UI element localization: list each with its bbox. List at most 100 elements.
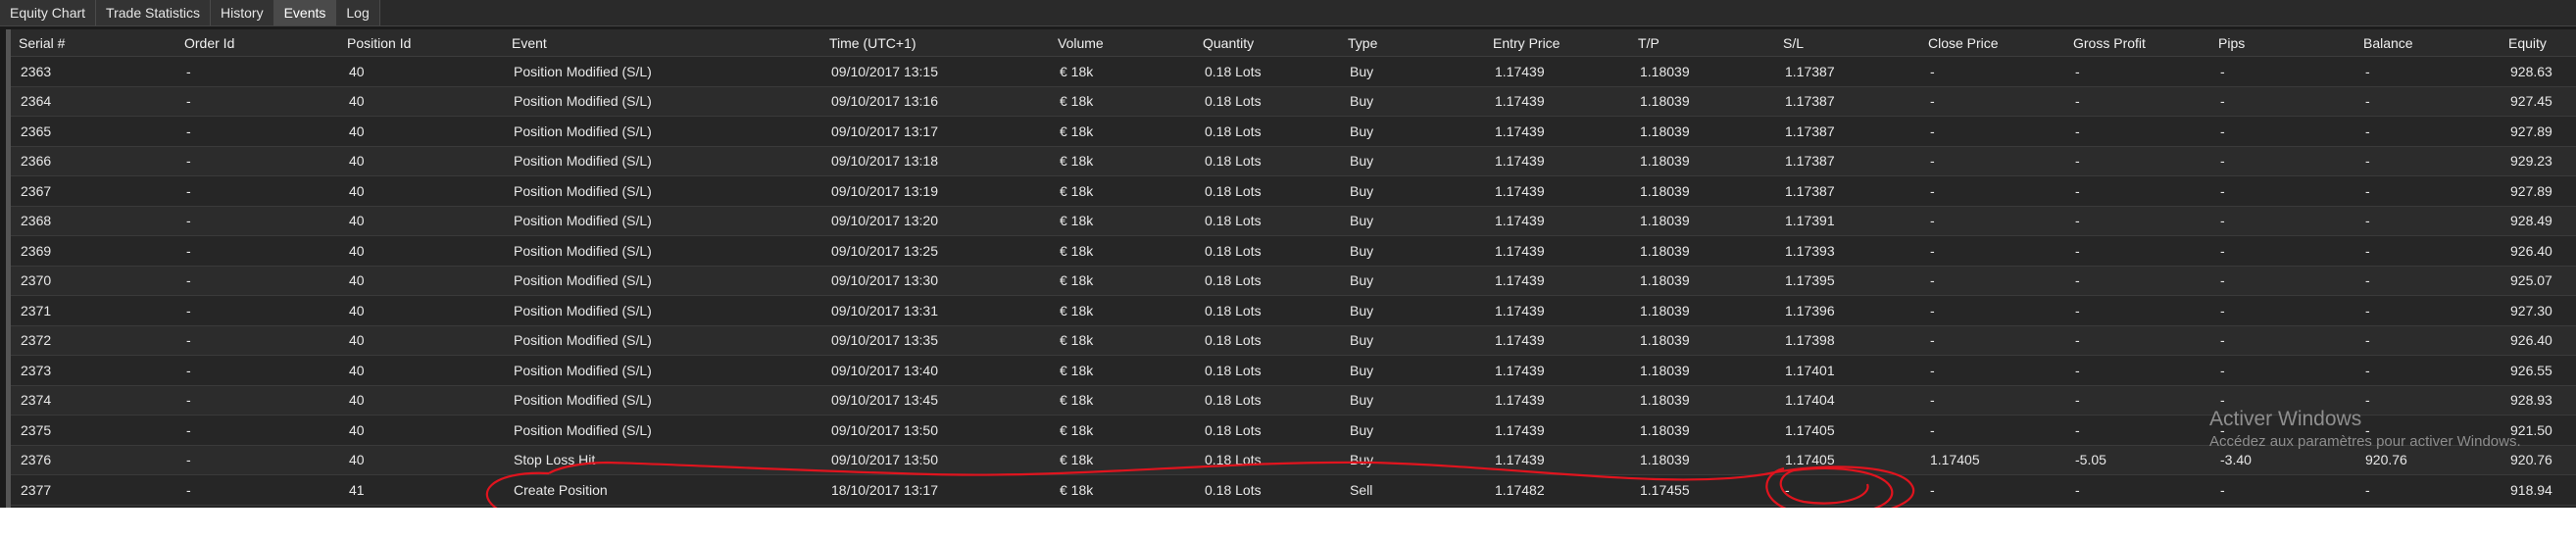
table-cell: - — [2355, 266, 2501, 296]
table-cell: Buy — [1340, 266, 1485, 296]
tab-history[interactable]: History — [211, 0, 274, 25]
table-cell: 920.76 — [2355, 445, 2501, 475]
table-cell: Position Modified (S/L) — [504, 355, 821, 386]
column-header[interactable]: Event — [504, 29, 821, 57]
table-cell: € 18k — [1050, 325, 1195, 356]
table-cell: 1.17439 — [1485, 116, 1630, 147]
table-row[interactable]: 2374-40 Position Modified (S/L) 09/10/2017… — [11, 385, 2576, 416]
table-cell: 2373 — [11, 355, 176, 386]
table-cell: - — [2355, 295, 2501, 326]
table-cell: - — [2210, 56, 2355, 87]
table-cell: € 18k — [1050, 266, 1195, 296]
table-cell: 929.23 — [2501, 146, 2576, 176]
table-row[interactable]: 2365-40 Position Modified (S/L) 09/10/2017… — [11, 116, 2576, 147]
column-header[interactable]: Quantity — [1195, 29, 1340, 57]
table-cell: Position Modified (S/L) — [504, 266, 821, 296]
table-cell: 1.18039 — [1630, 295, 1775, 326]
table-cell: € 18k — [1050, 385, 1195, 416]
tab-events[interactable]: Events — [273, 0, 337, 25]
table-cell: - — [2210, 175, 2355, 207]
table-cell: 1.17439 — [1485, 445, 1630, 475]
table-cell: 1.17455 — [1630, 474, 1775, 506]
column-header[interactable]: T/P — [1630, 29, 1775, 57]
table-cell: - — [2065, 474, 2210, 506]
table-cell: 0.18 Lots — [1195, 474, 1340, 506]
table-cell: Buy — [1340, 116, 1485, 147]
column-header[interactable]: Type — [1340, 29, 1485, 57]
table-cell: 1.18039 — [1630, 445, 1775, 475]
table-row[interactable]: 2373-40 Position Modified (S/L) 09/10/2017… — [11, 355, 2576, 386]
table-cell: - — [1920, 295, 2065, 326]
table-cell: 1.17439 — [1485, 175, 1630, 207]
table-cell: 928.63 — [2501, 56, 2576, 87]
table-cell: 09/10/2017 13:17 — [821, 116, 1050, 147]
table-cell: Position Modified (S/L) — [504, 295, 821, 326]
table-cell: 40 — [339, 415, 504, 446]
column-header[interactable]: Serial # — [11, 29, 176, 57]
column-header[interactable]: Gross Profit — [2065, 29, 2210, 57]
table-cell: - — [2065, 206, 2210, 236]
table-cell: - — [2355, 415, 2501, 446]
tab-log[interactable]: Log — [336, 0, 380, 25]
table-cell: 09/10/2017 13:25 — [821, 235, 1050, 267]
column-header[interactable]: Position Id — [339, 29, 504, 57]
table-cell: 925.07 — [2501, 266, 2576, 296]
table-cell: 1.17439 — [1485, 355, 1630, 386]
table-cell: 1.18039 — [1630, 116, 1775, 147]
table-cell: 920.76 — [2501, 445, 2576, 475]
table-cell: 1.17405 — [1775, 445, 1920, 475]
table-row[interactable]: 2372-40 Position Modified (S/L) 09/10/2017… — [11, 325, 2576, 356]
table-cell: 1.18039 — [1630, 175, 1775, 207]
table-cell: € 18k — [1050, 445, 1195, 475]
column-header[interactable]: Close Price — [1920, 29, 2065, 57]
column-header[interactable]: Balance — [2355, 29, 2501, 57]
table-cell: 926.40 — [2501, 235, 2576, 267]
table-cell: 921.50 — [2501, 415, 2576, 446]
table-row[interactable]: 2375-40 Position Modified (S/L) 09/10/2017… — [11, 415, 2576, 446]
table-cell: - — [2210, 266, 2355, 296]
table-cell: 2376 — [11, 445, 176, 475]
tab-equity-chart[interactable]: Equity Chart — [0, 0, 97, 25]
table-cell: - — [2210, 415, 2355, 446]
table-cell: 2365 — [11, 116, 176, 147]
table-cell: 09/10/2017 13:31 — [821, 295, 1050, 326]
table-cell: - — [176, 415, 339, 446]
column-header[interactable]: Entry Price — [1485, 29, 1630, 57]
table-cell: - — [2355, 385, 2501, 416]
table-cell: - — [1920, 175, 2065, 207]
table-cell: 1.17405 — [1775, 415, 1920, 446]
table-cell: - — [2065, 295, 2210, 326]
table-row[interactable]: 2370-40 Position Modified (S/L) 09/10/2017… — [11, 266, 2576, 296]
table-row[interactable]: 2376-40 Stop Loss Hit 09/10/2017 13:50 € 18… — [11, 445, 2576, 475]
column-header[interactable]: Order Id — [176, 29, 339, 57]
table-header-row: Serial # Order Id Position Id Event Time (UT… — [11, 29, 2576, 57]
tab-trade-statistics[interactable]: Trade Statistics — [96, 0, 212, 25]
table-cell: 0.18 Lots — [1195, 146, 1340, 176]
table-row[interactable]: 2366-40 Position Modified (S/L) 09/10/2017… — [11, 146, 2576, 176]
table-row[interactable]: 2377-41 Create Position 18/10/2017 13:17 € … — [11, 474, 2576, 506]
table-row[interactable]: 2367-40 Position Modified (S/L) 09/10/2017… — [11, 175, 2576, 207]
table-cell: - — [176, 295, 339, 326]
column-header[interactable]: Time (UTC+1) — [821, 29, 1050, 57]
table-cell: € 18k — [1050, 146, 1195, 176]
table-cell: 1.17439 — [1485, 385, 1630, 416]
table-cell: 1.17398 — [1775, 325, 1920, 356]
table-cell: 1.17439 — [1485, 266, 1630, 296]
column-header[interactable]: Volume — [1050, 29, 1195, 57]
table-cell: - — [1920, 474, 2065, 506]
column-header[interactable]: Equity — [2501, 29, 2576, 57]
table-cell: - — [2065, 146, 2210, 176]
column-header[interactable]: Pips — [2210, 29, 2355, 57]
table-row[interactable]: 2364-40 Position Modified (S/L) 09/10/2017… — [11, 86, 2576, 117]
table-cell: - — [176, 266, 339, 296]
table-row[interactable]: 2363-40 Position Modified (S/L) 09/10/2017… — [11, 56, 2576, 87]
table-cell: 09/10/2017 13:50 — [821, 445, 1050, 475]
table-cell: 1.18039 — [1630, 355, 1775, 386]
table-cell: - — [2210, 116, 2355, 147]
table-cell: 926.40 — [2501, 325, 2576, 356]
column-header[interactable]: S/L — [1775, 29, 1920, 57]
table-row[interactable]: 2368-40 Position Modified (S/L) 09/10/2017… — [11, 206, 2576, 236]
table-row[interactable]: 2369-40 Position Modified (S/L) 09/10/2017… — [11, 235, 2576, 267]
table-row[interactable]: 2371-40 Position Modified (S/L) 09/10/2017… — [11, 295, 2576, 326]
table-cell: 0.18 Lots — [1195, 56, 1340, 87]
